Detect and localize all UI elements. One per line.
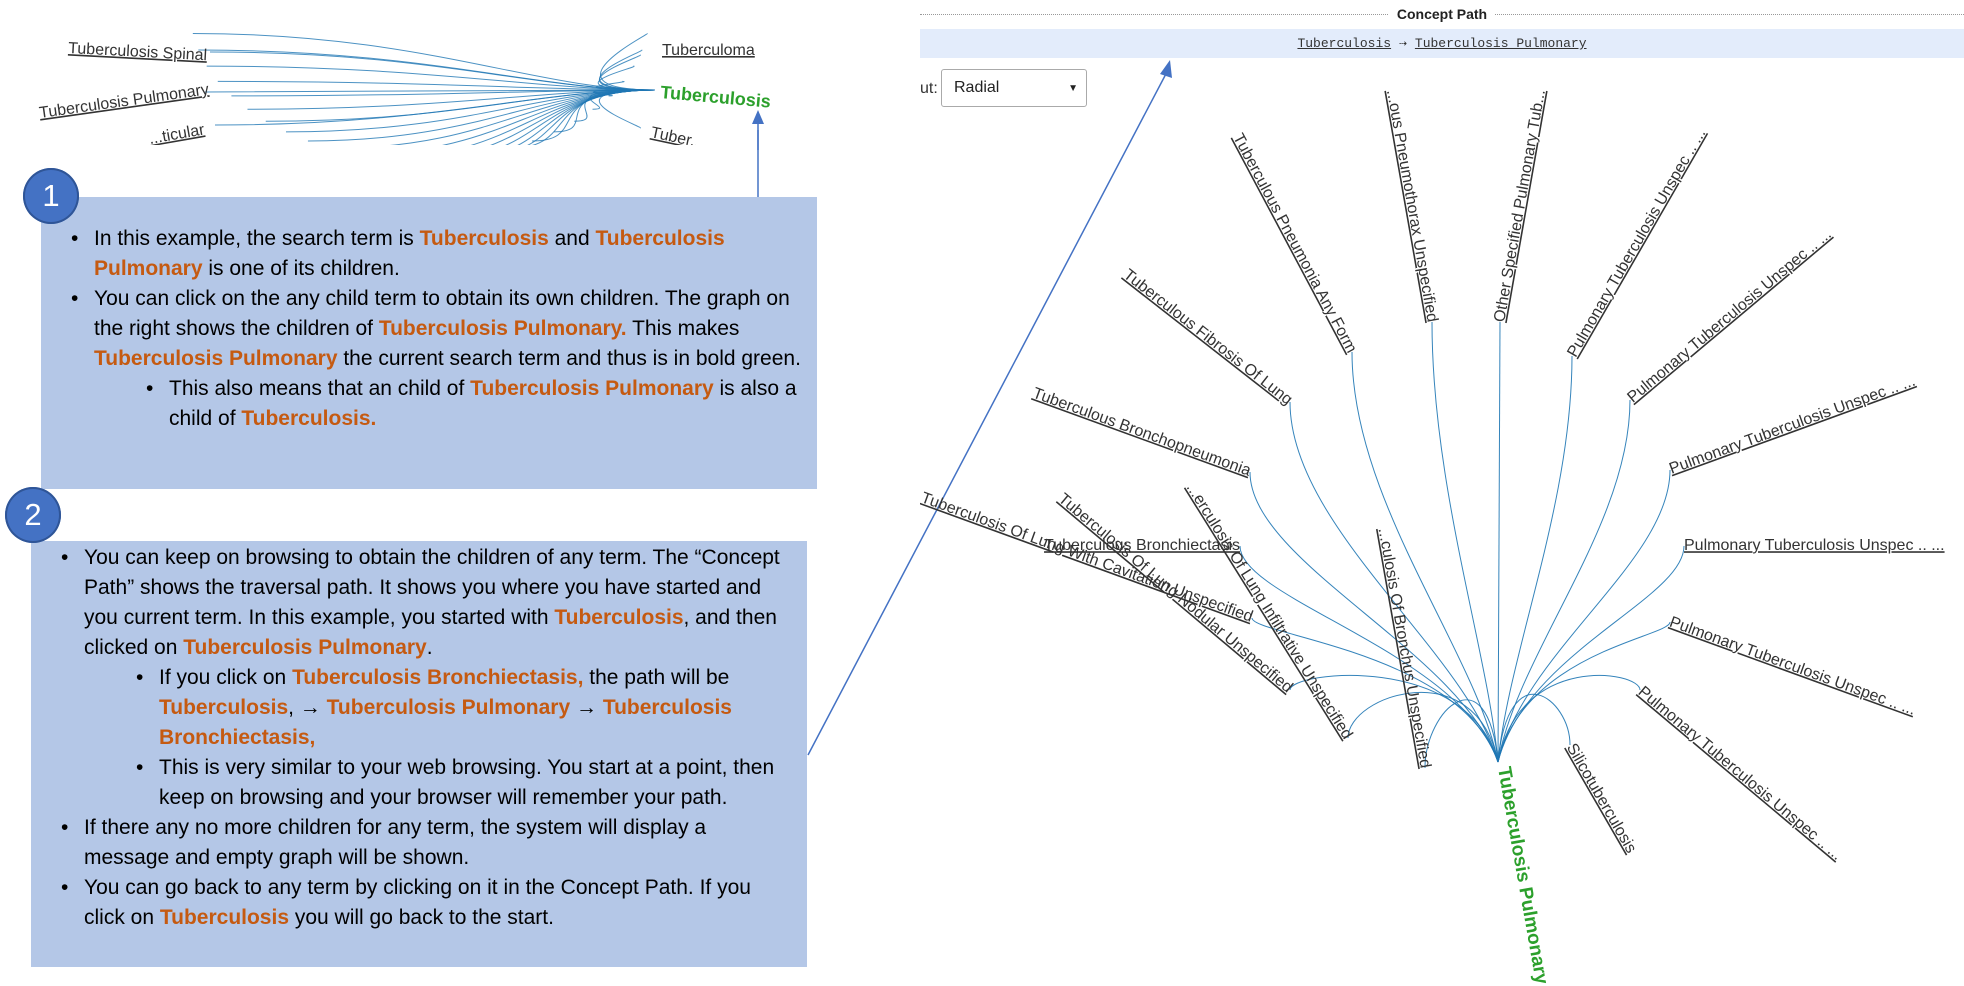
- radial-graph: Tuberculous Pneumonia Any Form ...ous Pne…: [920, 88, 1945, 986]
- radial-child-node[interactable]: Silicotuberculosis: [1563, 741, 1640, 857]
- term-highlight: Tuberculosis: [159, 906, 289, 929]
- top-label-articular[interactable]: ...ticular: [148, 121, 207, 148]
- top-center-term: Tuberculosis: [660, 82, 772, 112]
- term-highlight: Tuberculosis.: [241, 407, 377, 430]
- radial-link: [1497, 355, 1573, 763]
- explanation-panel-2: You can keep on browsing to obtain the c…: [31, 541, 807, 967]
- panel2-bullet-3: This is very similar to your web browsin…: [136, 753, 797, 813]
- radial-child-node[interactable]: Pulmonary Tuberculosis Unspec .. ...: [1667, 614, 1918, 719]
- panel2-bullet-1: You can keep on browsing to obtain the c…: [61, 543, 797, 813]
- top-link: [307, 89, 656, 142]
- radial-child-node[interactable]: Pulmonary Tuberculosis Unspec .. ...: [1564, 126, 1709, 360]
- radial-root-label[interactable]: Tuberculosis Pulmonary: [1493, 765, 1552, 986]
- radial-link: [1497, 545, 1685, 763]
- radial-child-node[interactable]: ...ous Pneumothorax Unspecified: [1383, 88, 1441, 323]
- radial-child-node[interactable]: Pulmonary Tuberculosis Unspec .. ...: [1667, 373, 1918, 478]
- panel2-bullet-5: You can go back to any term by clicking …: [61, 873, 797, 933]
- radial-child-node[interactable]: Pulmonary Tuberculosis Unspec .. ...: [1624, 226, 1835, 407]
- top-label-pulmonary[interactable]: Tuberculosis Pulmonary: [38, 81, 210, 122]
- term-highlight: Tuberculosis Pulmonary: [470, 377, 714, 400]
- panel1-bullet-2: You can click on the any child term to o…: [71, 284, 807, 434]
- term-highlight: Tuberculosis Pulmonary.: [378, 317, 627, 340]
- term-highlight: Tuberculosis Pulmonary: [94, 347, 338, 370]
- top-label-tuberculoma[interactable]: Tuberculoma: [662, 42, 755, 59]
- panel1-sublist: This also means that an child of Tubercu…: [94, 374, 807, 434]
- radial-child-node[interactable]: Other Specified Pulmonary Tub...: [1491, 88, 1549, 323]
- explanation-panel-1: In this example, the search term is Tube…: [41, 197, 817, 489]
- top-link: [217, 80, 656, 91]
- top-link: [493, 89, 656, 150]
- term-highlight: Tuberculosis: [554, 606, 684, 629]
- radial-child-node[interactable]: Tuberculous Bronchopneumonia: [1030, 385, 1253, 480]
- top-label-spinal[interactable]: Tuberculosis Spinal: [68, 40, 208, 64]
- panel2-sublist: If you click on Tuberculosis Bronchiecta…: [84, 663, 797, 813]
- radial-child-node[interactable]: Tuberculous Pneumonia Any Form: [1229, 131, 1359, 356]
- step-badge-2: 2: [5, 487, 61, 543]
- radial-child-node[interactable]: ...culosis Of Bronchus Unspecified: [1375, 527, 1434, 770]
- panel1-bullet-1: In this example, the search term is Tube…: [71, 224, 807, 284]
- radial-child-node[interactable]: Pulmonary Tuberculosis Unspec .. ...: [1684, 537, 1945, 554]
- term-highlight: Tuberculosis Bronchiectasis,: [292, 666, 584, 689]
- top-graph-clip: [0, 145, 800, 150]
- top-link: [599, 89, 656, 129]
- panel2-bullet-2: If you click on Tuberculosis Bronchiecta…: [136, 663, 797, 753]
- radial-link: [1497, 469, 1671, 763]
- radial-links: [1239, 321, 1685, 769]
- term-highlight: Tuberculosis: [159, 696, 289, 719]
- top-link: [600, 32, 656, 91]
- panel2-bullet-4: If there any no more children for any te…: [61, 813, 797, 873]
- term-highlight: Tuberculosis: [419, 227, 549, 250]
- radial-link: [1497, 321, 1501, 763]
- radial-nodes: Tuberculous Pneumonia Any Form ...ous Pne…: [920, 88, 1945, 863]
- top-graph-links: [192, 32, 656, 150]
- step-badge-1: 1: [23, 168, 79, 224]
- panel1-bullet-3: This also means that an child of Tubercu…: [146, 374, 807, 434]
- term-highlight: Tuberculosis Pulmonary: [326, 696, 571, 719]
- radial-child-node[interactable]: Pulmonary Tuberculosis Unspec .. ...: [1635, 683, 1846, 864]
- radial-link: [1249, 471, 1499, 763]
- radial-link: [1351, 351, 1499, 763]
- top-link: [598, 54, 656, 91]
- term-highlight: Tuberculosis Pulmonary: [183, 636, 427, 659]
- radial-link: [1239, 545, 1499, 763]
- panel2-list: You can keep on browsing to obtain the c…: [61, 543, 797, 933]
- top-graph-excerpt: Tuberculosis Spinal Tuberculosis Pulmona…: [0, 32, 800, 150]
- radial-child-node[interactable]: Tuberculous Fibrosis Of Lung: [1120, 266, 1295, 408]
- panel1-list: In this example, the search term is Tube…: [71, 224, 807, 434]
